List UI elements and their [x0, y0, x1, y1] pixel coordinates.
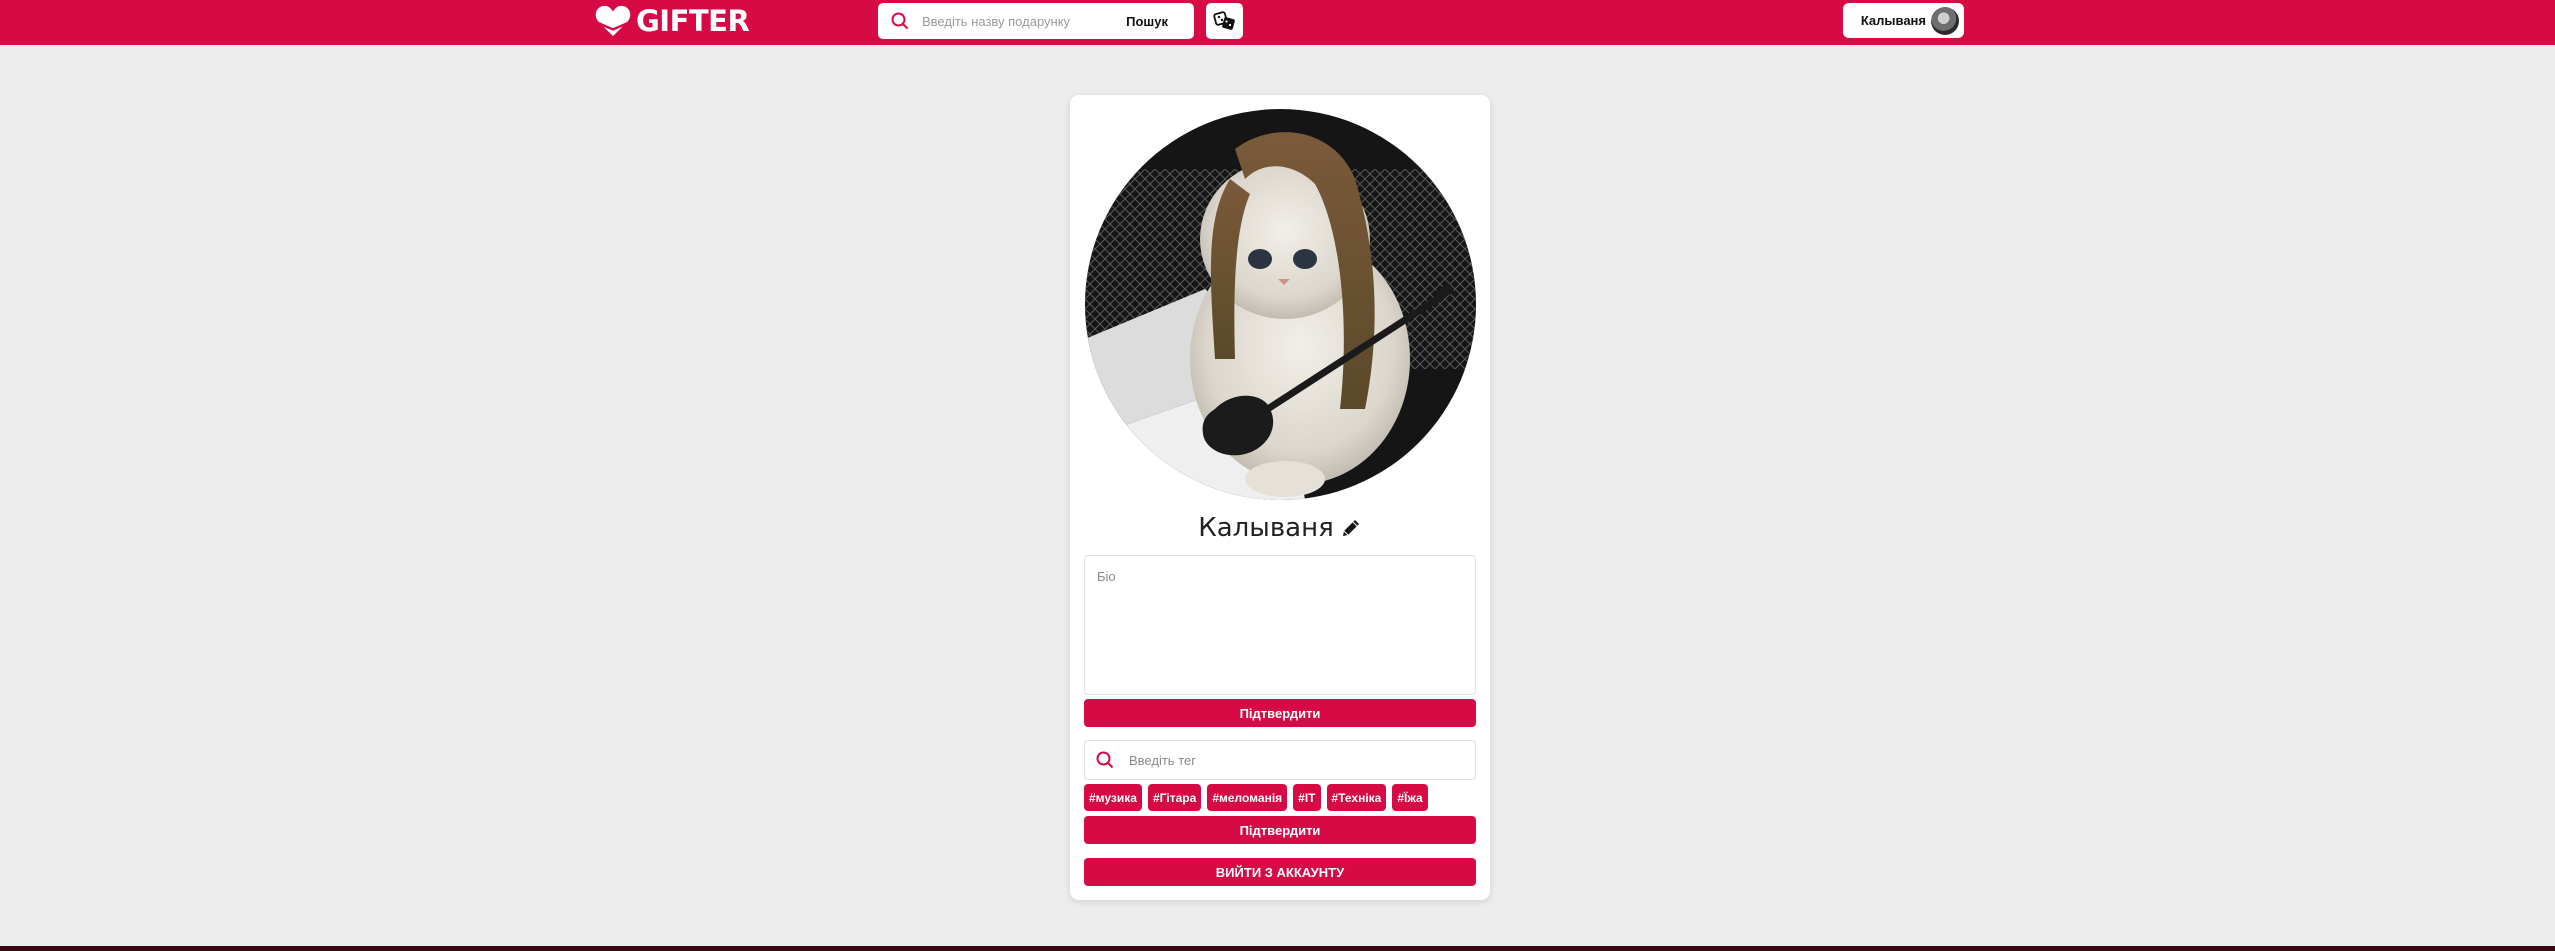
- search-icon: [1087, 751, 1123, 769]
- profile-card: Калываня Біо Підтвердити Введіть тег #му…: [1070, 95, 1490, 900]
- profile-name: Калываня: [1070, 513, 1490, 543]
- confirm-bio-button[interactable]: Підтвердити: [1084, 699, 1476, 727]
- search-input[interactable]: Введіть назву подарунку: [918, 14, 1126, 29]
- bio-placeholder: Біо: [1097, 569, 1116, 584]
- heart-logo-icon: [595, 5, 631, 37]
- search-icon: [882, 3, 918, 39]
- tag-chip[interactable]: #IT: [1293, 784, 1321, 811]
- logout-button[interactable]: ВИЙТИ З АККАУНТУ: [1084, 858, 1476, 886]
- dice-icon: [1212, 11, 1235, 30]
- tag-list: #музика #Гітара #меломанія #IT #Техніка …: [1084, 784, 1428, 811]
- search-bar[interactable]: Введіть назву подарунку Пошук: [878, 3, 1194, 39]
- pencil-icon[interactable]: [1340, 517, 1362, 539]
- tag-chip[interactable]: #музика: [1084, 784, 1142, 811]
- top-bar: GIFTER Введіть назву подарунку Пошук Кал…: [0, 0, 2555, 45]
- tag-chip[interactable]: #Гітара: [1147, 784, 1202, 811]
- tag-input-placeholder: Введіть тег: [1129, 752, 1196, 768]
- bio-textarea[interactable]: Біо: [1084, 555, 1476, 695]
- search-button[interactable]: Пошук: [1126, 14, 1168, 29]
- logo[interactable]: GIFTER: [594, 3, 750, 39]
- profile-name-text: Калываня: [1198, 513, 1334, 543]
- tag-chip[interactable]: #Їжа: [1392, 784, 1428, 811]
- tag-chip[interactable]: #меломанія: [1207, 784, 1288, 811]
- bottom-divider: [0, 946, 2555, 951]
- profile-avatar[interactable]: [1085, 109, 1476, 500]
- tag-chip[interactable]: #Техніка: [1326, 784, 1387, 811]
- brand-name: GIFTER: [636, 4, 750, 38]
- user-name: Калываня: [1860, 13, 1926, 28]
- random-gift-button[interactable]: [1206, 3, 1243, 39]
- user-avatar: [1931, 6, 1959, 35]
- user-menu-button[interactable]: Калываня: [1843, 3, 1964, 38]
- confirm-tags-button[interactable]: Підтвердити: [1084, 816, 1476, 844]
- tag-input[interactable]: Введіть тег: [1084, 740, 1476, 780]
